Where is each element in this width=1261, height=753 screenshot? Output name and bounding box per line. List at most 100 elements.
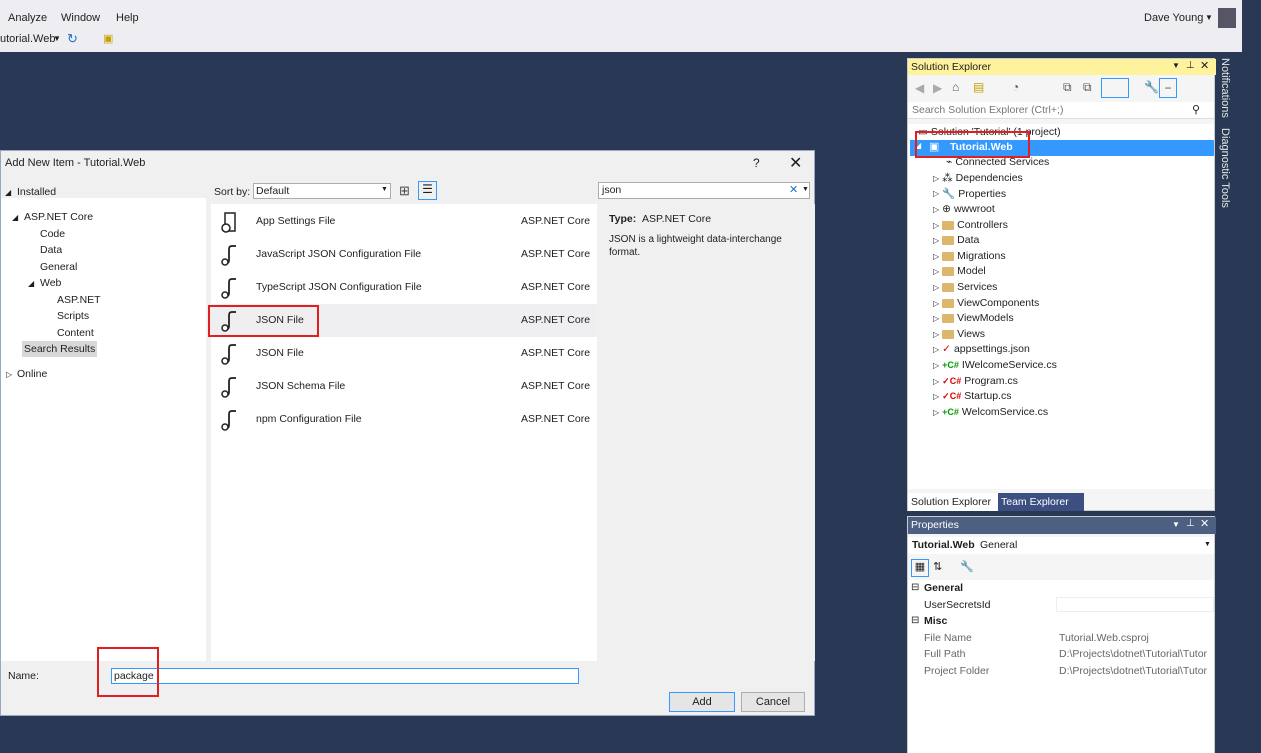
collapse-icon[interactable]: ◢	[28, 279, 34, 288]
chevron-down-icon[interactable]: ▼	[1172, 520, 1180, 529]
tree-item-label: Model	[957, 265, 986, 277]
tree-item[interactable]: ▷ ViewModels	[933, 312, 1014, 324]
template-row[interactable]: App Settings File ASP.NET Core	[211, 205, 597, 238]
tab-notifications[interactable]: Notifications	[1219, 58, 1231, 118]
prop-label: File Name	[924, 632, 972, 644]
clear-icon[interactable]: ✕	[789, 183, 798, 196]
menu-window[interactable]: Window	[61, 12, 100, 24]
close-icon[interactable]: ✕	[1200, 59, 1209, 72]
tree-aspnet[interactable]: ASP.NET	[57, 294, 101, 306]
refresh-icon[interactable]: ↻	[67, 31, 78, 47]
expand-icon: ▷	[933, 251, 940, 261]
tree-item[interactable]: ▷ ViewComponents	[933, 297, 1039, 309]
search-input[interactable]: json ✕ ▼	[598, 182, 810, 199]
back-icon[interactable]: ◀	[915, 81, 924, 95]
tab-solution-explorer[interactable]: Solution Explorer	[908, 493, 998, 511]
tree-general[interactable]: General	[40, 261, 77, 273]
collapse-icon[interactable]: ◢	[5, 188, 11, 197]
pin-icon[interactable]: ⊥	[1186, 60, 1195, 71]
tree-online[interactable]: Online	[17, 368, 47, 380]
expand-icon[interactable]: ▷	[6, 370, 12, 379]
menu-analyze[interactable]: Analyze	[8, 12, 47, 24]
categorized-icon[interactable]: ▦	[911, 559, 929, 577]
chevron-down-icon[interactable]: ▼	[1172, 61, 1180, 70]
user-name[interactable]: Dave Young	[1144, 12, 1203, 24]
chevron-down-icon: ▼	[1204, 541, 1211, 548]
checkmark-icon: ✓	[942, 343, 951, 355]
tree-item[interactable]: ▷ Controllers	[933, 219, 1008, 231]
object-selector[interactable]: Tutorial.Web General ▼	[908, 537, 1214, 554]
tree-web[interactable]: Web	[40, 277, 61, 289]
tree-item[interactable]: ▷ Data	[933, 234, 979, 246]
csharp-file-icon: ✓C#	[942, 390, 962, 401]
history-icon[interactable]: ◔	[1012, 80, 1019, 94]
close-icon[interactable]: ✕	[1200, 517, 1209, 530]
tree-item[interactable]: ▷ ✓ appsettings.json	[933, 343, 1030, 355]
browse-icon[interactable]: ▣	[103, 32, 113, 45]
chevron-down-icon[interactable]: ▼	[53, 34, 61, 43]
tree-item[interactable]: ▷ ⊕ wwwroot	[933, 203, 995, 215]
tab-team-explorer[interactable]: Team Explorer	[998, 493, 1084, 511]
tree-scripts[interactable]: Scripts	[57, 310, 89, 322]
pin-icon[interactable]: ⊥	[1186, 518, 1195, 529]
tree-item[interactable]: ▷ ✓C# Program.cs	[933, 375, 1018, 387]
close-icon[interactable]: ✕	[789, 153, 802, 173]
name-input[interactable]: package	[111, 668, 579, 684]
search-icon[interactable]: ⚲	[1192, 103, 1200, 116]
forward-icon[interactable]: ▶	[933, 81, 942, 95]
menu-help[interactable]: Help	[116, 12, 139, 24]
template-row[interactable]: JSON Schema File ASP.NET Core	[211, 370, 597, 403]
tree-item[interactable]: ▷ +C# WelcomService.cs	[933, 406, 1048, 418]
tree-item[interactable]: ▷ ⁂ Dependencies	[933, 172, 1023, 184]
tree-installed[interactable]: Installed	[17, 186, 56, 198]
tree-item[interactable]: ▷ Model	[933, 265, 986, 277]
tree-item[interactable]: ▷ Services	[933, 281, 997, 293]
expand-icon: ▷	[933, 189, 940, 198]
collapse-icon[interactable]: ◢	[12, 213, 18, 222]
folder-icon	[942, 235, 955, 245]
prop-value-field[interactable]	[1056, 597, 1214, 612]
collapse-icon[interactable]: −	[1159, 78, 1177, 98]
chevron-down-icon[interactable]: ▼	[1205, 13, 1213, 22]
property-pages-icon[interactable]: 🔧	[960, 560, 974, 573]
home-icon[interactable]: ⌂	[952, 80, 959, 94]
wrench-icon[interactable]: 🔧	[1144, 80, 1159, 94]
tree-search-results[interactable]: Search Results	[22, 341, 98, 357]
avatar[interactable]	[1218, 8, 1236, 28]
se-search-input[interactable]: Search Solution Explorer (Ctrl+;) ⚲	[908, 102, 1214, 119]
add-button[interactable]: Add	[669, 692, 735, 712]
template-row[interactable]: JSON File ASP.NET Core	[211, 337, 597, 370]
show-all-icon[interactable]: ⧉	[1083, 80, 1092, 95]
preview-toggle[interactable]	[1101, 78, 1129, 98]
cancel-button[interactable]: Cancel	[741, 692, 805, 712]
template-row[interactable]: TypeScript JSON Configuration File ASP.N…	[211, 271, 597, 304]
template-row[interactable]: npm Configuration File ASP.NET Core	[211, 403, 597, 436]
tab-diagnostic-tools[interactable]: Diagnostic Tools	[1219, 128, 1231, 208]
startup-project[interactable]: utorial.Web	[0, 33, 55, 45]
template-row[interactable]: JavaScript JSON Configuration File ASP.N…	[211, 238, 597, 271]
panel-header: Solution Explorer ▼ ⊥ ✕	[908, 59, 1216, 75]
chevron-down-icon[interactable]: ▼	[802, 186, 809, 193]
grid-view-icon[interactable]: ⊞	[399, 183, 410, 199]
tree-content[interactable]: Content	[57, 327, 94, 339]
collapse-icon[interactable]: ⊟	[911, 615, 919, 626]
help-button[interactable]: ?	[753, 156, 760, 170]
tree-item[interactable]: ▷ Migrations	[933, 250, 1006, 262]
tree-item[interactable]: ▷ +C# IWelcomeService.cs	[933, 359, 1057, 371]
sync-icon[interactable]: ▤	[973, 80, 984, 94]
template-list: App Settings File ASP.NET Core JavaScrip…	[211, 204, 597, 661]
json-file-icon	[221, 278, 236, 299]
tree-data[interactable]: Data	[40, 244, 62, 256]
tree-item[interactable]: ▷ 🔧 Properties	[933, 187, 1006, 201]
tree-item-label: Controllers	[957, 219, 1008, 231]
tree-aspnet-core[interactable]: ASP.NET Core	[24, 211, 93, 223]
collapse-all-icon[interactable]: ⧉	[1063, 80, 1072, 95]
list-view-icon[interactable]: ☰	[418, 181, 437, 200]
tree-item[interactable]: ▷ ✓C# Startup.cs	[933, 390, 1011, 402]
collapse-icon[interactable]: ⊟	[911, 582, 919, 593]
alphabetical-icon[interactable]: ⇅	[933, 560, 942, 573]
sort-select[interactable]: Default ▼	[253, 183, 391, 199]
tree-code[interactable]: Code	[40, 228, 65, 240]
tree-item-label: Data	[957, 234, 980, 246]
tree-item[interactable]: ▷ Views	[933, 328, 985, 340]
